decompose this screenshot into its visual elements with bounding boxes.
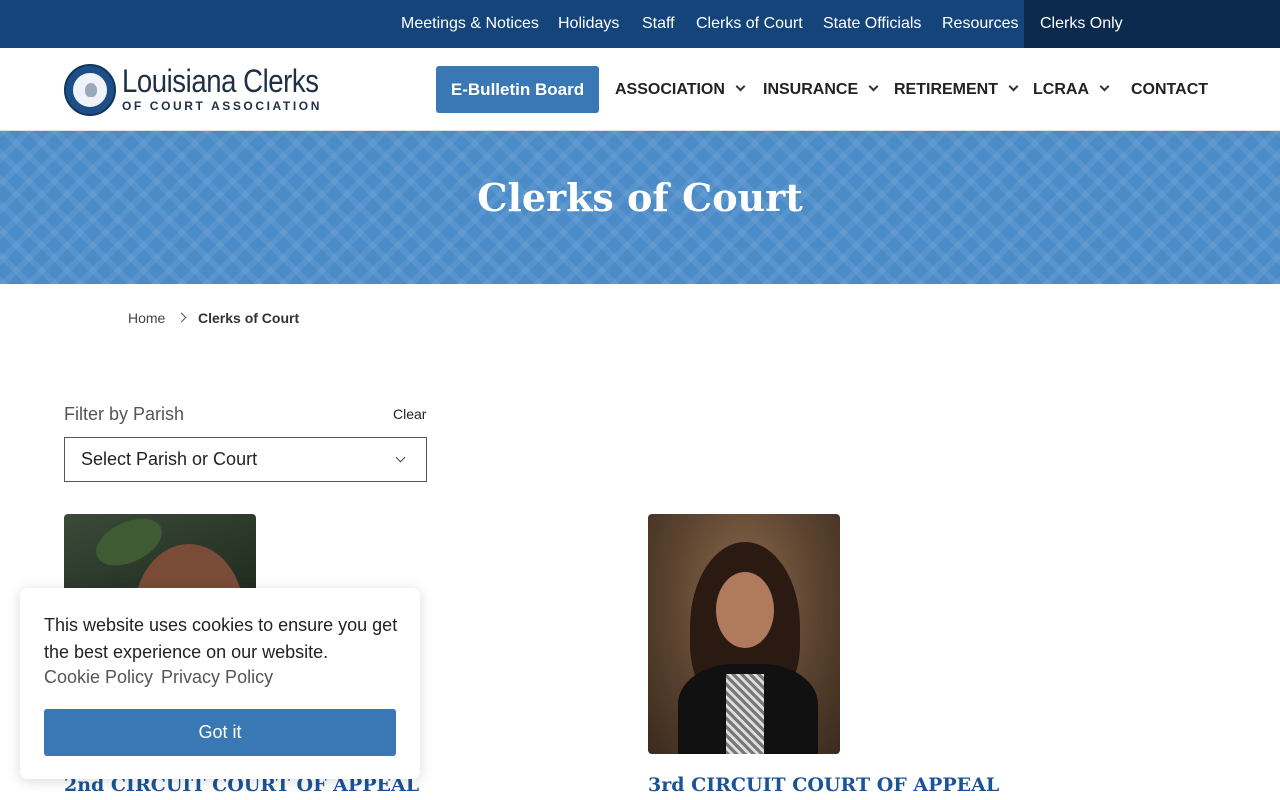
privacy-policy-link[interactable]: Privacy Policy [161,667,273,687]
state-seal-icon [64,64,116,116]
nav-retirement-label: RETIREMENT [894,81,998,98]
cookie-banner: This website uses cookies to ensure you … [20,588,420,779]
chevron-down-icon [735,81,746,92]
parish-select[interactable]: Select Parish or Court [64,437,427,482]
nav-retirement[interactable]: RETIREMENT [894,66,1019,113]
link-state-officials[interactable]: State Officials [823,0,921,48]
nav-lcraa[interactable]: LCRAA [1033,66,1110,113]
logo-subtitle: OF COURT ASSOCIATION [122,99,322,113]
seal-center [72,72,108,108]
chevron-down-icon [395,452,406,463]
breadcrumb-current: Clerks of Court [198,310,300,326]
clerks-only-button[interactable]: Clerks Only [1024,0,1280,48]
nav-lcraa-label: LCRAA [1033,81,1089,98]
photo-face [716,572,774,648]
chevron-down-icon [1099,81,1110,92]
site-header: Louisiana Clerks OF COURT ASSOCIATION E-… [0,48,1280,131]
logo-title: Louisiana Clerks [122,63,319,99]
nav-contact-label: CONTACT [1131,81,1209,98]
nav-association[interactable]: ASSOCIATION [615,66,746,113]
cookie-links: Cookie Policy Privacy Policy [44,667,273,688]
page-hero: Clerks of Court [0,131,1280,284]
nav-insurance[interactable]: INSURANCE [763,66,879,113]
chevron-down-icon [1008,81,1019,92]
chevron-right-icon [176,312,187,323]
cookie-message: This website uses cookies to ensure you … [44,615,398,662]
clerk-photo-3rd-circuit[interactable] [648,514,840,754]
photo-shirt [726,674,764,754]
link-resources[interactable]: Resources [942,0,1018,48]
breadcrumb-home[interactable]: Home [128,310,165,326]
page-title: Clerks of Court [477,175,803,220]
filter-label: Filter by Parish [64,404,185,424]
link-holidays[interactable]: Holidays [558,0,619,48]
clerks-only-label: Clerks Only [1040,15,1123,32]
chevron-down-icon [868,81,879,92]
pelican-icon [85,83,97,97]
link-meetings-notices[interactable]: Meetings & Notices [401,0,539,48]
utility-bar: Meetings & Notices Holidays Staff Clerks… [0,0,1280,48]
nav-insurance-label: INSURANCE [763,81,859,98]
filter-clear-link[interactable]: Clear [393,406,426,422]
nav-contact[interactable]: CONTACT [1131,66,1208,113]
cookie-accept-button[interactable]: Got it [44,709,396,756]
cookie-policy-link[interactable]: Cookie Policy [44,667,153,687]
link-clerks-of-court[interactable]: Clerks of Court [696,0,803,48]
e-bulletin-board-button[interactable]: E-Bulletin Board [436,66,599,113]
clerk-title-3rd-circuit[interactable]: 3rd CIRCUIT COURT OF APPEAL [648,774,999,796]
parish-select-value: Select Parish or Court [81,449,258,469]
nav-association-label: ASSOCIATION [615,81,725,98]
site-logo[interactable]: Louisiana Clerks OF COURT ASSOCIATION [64,61,324,117]
link-staff[interactable]: Staff [642,0,675,48]
